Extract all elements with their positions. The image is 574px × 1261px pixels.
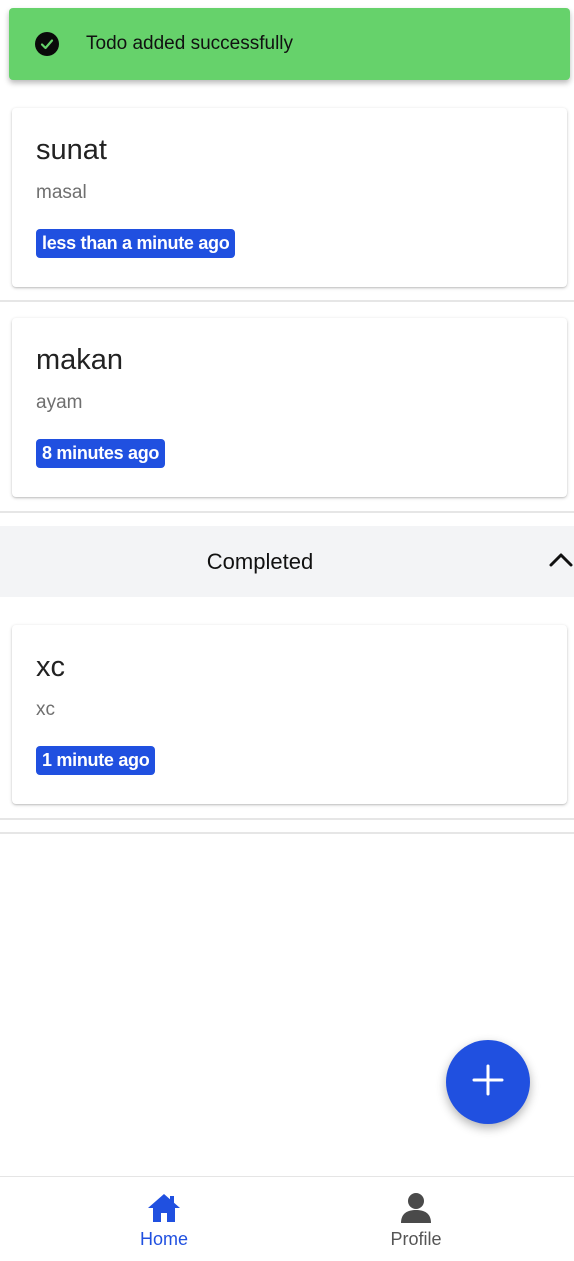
todo-description: ayam: [36, 392, 83, 413]
check-circle-icon: [35, 32, 59, 56]
completed-section-toggle[interactable]: Completed: [0, 526, 574, 597]
divider: [0, 818, 574, 820]
todo-title: makan: [36, 344, 124, 376]
time-badge: 1 minute ago: [36, 746, 156, 775]
nav-label-home: Home: [139, 1229, 188, 1249]
bottom-navigation: Home Profile: [0, 1176, 574, 1261]
chevron-up-icon[interactable]: [548, 550, 574, 575]
todo-description: xc: [36, 699, 55, 720]
todo-title: xc: [36, 651, 65, 683]
todo-card[interactable]: makan ayam 8 minutes ago: [12, 318, 567, 497]
time-badge: 8 minutes ago: [36, 439, 166, 468]
divider: [0, 300, 574, 302]
app-root: Todo added successfully sunat masal less…: [0, 0, 574, 1261]
completed-header-label: Completed: [206, 548, 314, 574]
person-icon: [398, 1191, 434, 1230]
todo-title: sunat: [36, 134, 107, 166]
add-todo-button[interactable]: [446, 1040, 530, 1124]
success-toast: Todo added successfully: [9, 8, 570, 80]
nav-item-home[interactable]: Home: [84, 1177, 244, 1261]
toast-message: Todo added successfully: [86, 33, 294, 54]
home-icon: [146, 1191, 182, 1230]
completed-todo-card[interactable]: xc xc 1 minute ago: [12, 625, 567, 804]
time-badge: less than a minute ago: [36, 229, 236, 258]
divider: [0, 832, 574, 834]
plus-icon: [471, 1063, 505, 1102]
nav-item-profile[interactable]: Profile: [336, 1177, 496, 1261]
nav-label-profile: Profile: [390, 1229, 442, 1249]
todo-card[interactable]: sunat masal less than a minute ago: [12, 108, 567, 287]
todo-description: masal: [36, 182, 87, 203]
divider: [0, 511, 574, 513]
